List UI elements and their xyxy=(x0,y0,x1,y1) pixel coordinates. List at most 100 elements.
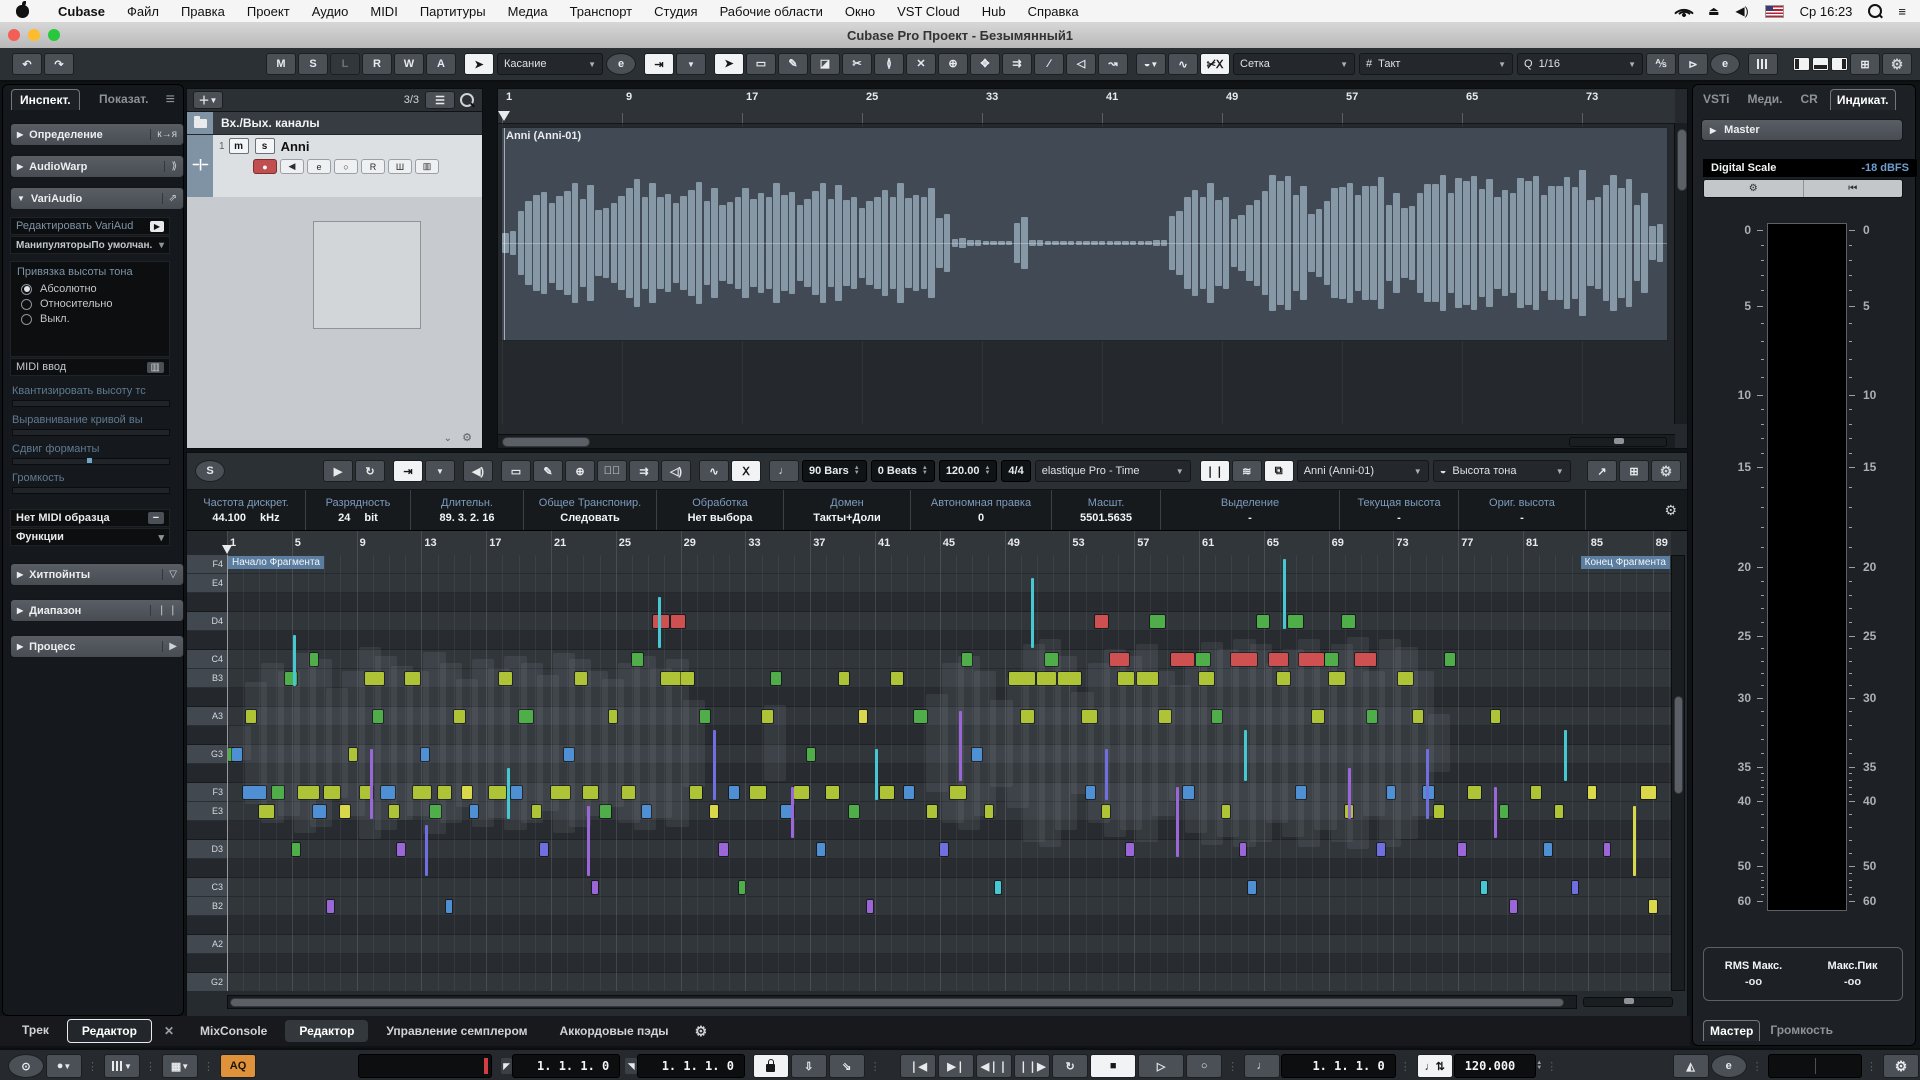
key-B3[interactable]: B3 xyxy=(187,669,227,688)
pitch-segment-10[interactable] xyxy=(313,805,326,818)
left-zone-toggle[interactable] xyxy=(1793,57,1810,71)
info-col-2[interactable]: Длительн.89. 3. 2. 16 xyxy=(411,490,524,530)
pitch-segment-88[interactable] xyxy=(1102,805,1110,818)
right-tab-0[interactable]: VSTi xyxy=(1697,89,1735,110)
left-locator-icon[interactable]: ◤ xyxy=(501,1058,513,1074)
pitch-segment-69[interactable] xyxy=(891,672,902,685)
key-sharp-7[interactable] xyxy=(187,688,227,707)
pitch-line-6[interactable] xyxy=(713,730,716,800)
menu-item-12[interactable]: VST Cloud xyxy=(886,4,971,19)
goto-end-button[interactable]: ▶❘ xyxy=(938,1054,974,1078)
info-col-3[interactable]: Общее Транспонир.Следовать xyxy=(524,490,657,530)
slider-0[interactable] xyxy=(12,400,170,407)
pitch-segment-31[interactable] xyxy=(499,672,512,685)
pitch-segment-93[interactable] xyxy=(1150,615,1165,628)
input-language-flag-icon[interactable] xyxy=(1765,5,1784,18)
punch-out-button[interactable]: ⇘ xyxy=(829,1054,865,1078)
pitch-segment-74[interactable] xyxy=(950,786,966,799)
audiowarp-quantize-icon[interactable]: e xyxy=(1710,53,1740,75)
pitch-line-2[interactable] xyxy=(425,825,428,876)
key-B2[interactable]: B2 xyxy=(187,897,227,916)
menu-item-5[interactable]: MIDI xyxy=(359,4,408,19)
track-list-gear-icon[interactable]: ⚙ xyxy=(462,431,472,444)
midi-record-mode-dropdown[interactable]: ▦ ▼ xyxy=(162,1054,198,1078)
pitch-segment-26[interactable] xyxy=(446,900,452,913)
pitch-segment-24[interactable] xyxy=(430,805,441,818)
pitch-segment-111[interactable] xyxy=(1329,672,1345,685)
right-bottom-tab-1[interactable]: Громкость xyxy=(1764,1020,1839,1041)
functions-row[interactable]: Функции▾ xyxy=(10,528,170,546)
pitch-segment-27[interactable] xyxy=(454,710,465,723)
pitch-segment-126[interactable] xyxy=(1491,710,1501,723)
key-D4[interactable]: D4 xyxy=(187,612,227,631)
pitch-segment-112[interactable] xyxy=(1342,615,1355,628)
goto-start-button[interactable]: ❘◀ xyxy=(900,1054,936,1078)
radio-0-icon[interactable] xyxy=(21,284,32,295)
tempo-track-icon[interactable]: ♩⇅ xyxy=(1417,1054,1453,1078)
pitch-segment-84[interactable] xyxy=(1082,710,1097,723)
line-tool[interactable]: ∕ xyxy=(1034,53,1064,75)
key-G3[interactable]: G3 xyxy=(187,745,227,764)
show-all-clips-icon[interactable]: ❘❘ xyxy=(1200,460,1230,482)
editor-hzoom-slider[interactable] xyxy=(1583,997,1673,1007)
automation-a-button[interactable]: A xyxy=(426,53,456,75)
close-lower-zone-icon[interactable]: ✕ xyxy=(164,1024,174,1038)
pitch-segment-63[interactable] xyxy=(826,786,839,799)
pitch-segment-51[interactable] xyxy=(700,710,710,723)
key-A2[interactable]: A2 xyxy=(187,935,227,954)
open-automation-panel-button[interactable]: e xyxy=(606,53,636,75)
add-track-button[interactable]: ＋ ▼ xyxy=(193,91,223,109)
pitch-segment-100[interactable] xyxy=(1231,653,1257,666)
right-locator-icon[interactable]: ◥ xyxy=(625,1058,637,1074)
track-filter-icon[interactable]: ☰ xyxy=(425,91,455,109)
pitch-segment-36[interactable] xyxy=(551,786,570,799)
pitch-segment-89[interactable] xyxy=(1118,672,1134,685)
mute-tool[interactable]: ✕ xyxy=(906,53,936,75)
pitch-segment-127[interactable] xyxy=(1500,805,1508,818)
definition-timesig-field[interactable]: 4/4 xyxy=(1001,460,1030,482)
pitch-segment-47[interactable] xyxy=(671,615,686,628)
color-menu-dropdown[interactable]: ◒ ▼ xyxy=(1136,53,1166,75)
write-automation-button[interactable]: Ш xyxy=(388,159,412,174)
key-E4[interactable]: E4 xyxy=(187,574,227,593)
locators-lock-button[interactable] xyxy=(753,1054,789,1078)
left-zone-tab-1[interactable]: Редактор xyxy=(67,1019,152,1043)
play-tool[interactable]: ◁ xyxy=(1066,53,1096,75)
show-layers-icon[interactable]: ≋ xyxy=(1232,460,1262,482)
wifi-icon[interactable] xyxy=(1676,5,1692,17)
audio-track-anni[interactable]: ᭸|᭸ 1 m s Anni ● ◀ e ○ R Ш ▥ xyxy=(187,135,482,197)
redo-button[interactable]: ↷ xyxy=(44,53,74,75)
info-col-8[interactable]: Выделение- xyxy=(1161,490,1340,530)
prev-marker-button[interactable]: ◀❘❘ xyxy=(976,1054,1012,1078)
split-tool[interactable]: ✂ xyxy=(842,53,872,75)
section-range[interactable]: ▶Диапазон❘ ❘ xyxy=(10,599,184,622)
pitch-segment-83[interactable] xyxy=(1058,672,1081,685)
midi-input-toggle-icon[interactable]: ▥ xyxy=(147,362,164,373)
lower-zone-tab-3[interactable]: Аккордовые пэды xyxy=(546,1020,683,1042)
pitch-segment-65[interactable] xyxy=(849,805,859,818)
pitch-segment-13[interactable] xyxy=(340,805,350,818)
slider-2[interactable] xyxy=(12,458,170,465)
menubar-clock[interactable]: Ср 16:23 xyxy=(1800,4,1853,19)
pitch-segment-32[interactable] xyxy=(511,786,522,799)
eject-icon[interactable]: ⏏ xyxy=(1708,4,1719,18)
editor-vscrollbar[interactable] xyxy=(1671,555,1685,991)
info-col-6[interactable]: Автономная правка0 xyxy=(911,490,1052,530)
pitch-line-19[interactable] xyxy=(1633,806,1636,876)
lower-zone-tab-1[interactable]: Редактор xyxy=(285,1020,368,1042)
editor-solo-button[interactable]: S xyxy=(195,460,225,482)
info-line-gear-icon[interactable]: ⚙ xyxy=(1664,502,1677,519)
pitch-segment-18[interactable] xyxy=(381,786,396,799)
tab-visibility[interactable]: Показат. xyxy=(91,89,156,109)
pitch-segment-131[interactable] xyxy=(1555,805,1563,818)
control-center-icon[interactable]: ≡ xyxy=(1898,4,1906,19)
pitch-segment-8[interactable] xyxy=(298,786,319,799)
pitch-segment-73[interactable] xyxy=(940,843,948,856)
pitch-segment-17[interactable] xyxy=(373,710,383,723)
info-col-0[interactable]: Частота дискрет.44.100kHz xyxy=(187,490,306,530)
automation-follows-icon[interactable]: ➤ xyxy=(464,53,494,75)
pitch-segment-125[interactable] xyxy=(1481,881,1487,894)
pitch-segment-28[interactable] xyxy=(462,786,472,799)
manipulators-row[interactable]: МанипуляторыПо умолчан.▾ xyxy=(10,236,170,254)
master-meter-select[interactable]: ▶Master xyxy=(1701,119,1903,141)
